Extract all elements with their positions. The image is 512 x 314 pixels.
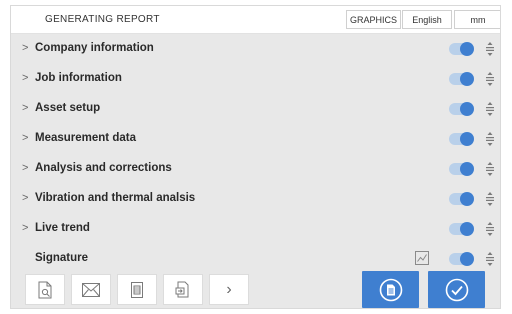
drag-handle-icon[interactable] bbox=[485, 132, 495, 146]
email-icon bbox=[82, 282, 100, 297]
toggle-knob bbox=[460, 192, 474, 206]
export-button[interactable] bbox=[163, 274, 203, 305]
section-toggle[interactable] bbox=[449, 222, 474, 236]
export-icon bbox=[175, 281, 189, 298]
more-button[interactable]: › bbox=[209, 274, 249, 305]
unit-select[interactable]: mm bbox=[454, 10, 500, 29]
section-toggle[interactable] bbox=[449, 132, 474, 146]
chevron-right-icon[interactable]: > bbox=[22, 222, 28, 234]
drag-handle-icon[interactable] bbox=[485, 252, 495, 266]
save-report-button[interactable] bbox=[362, 271, 419, 308]
document-button[interactable] bbox=[117, 274, 157, 305]
section-label: Asset setup bbox=[35, 102, 101, 114]
drag-handle-icon[interactable] bbox=[485, 222, 495, 236]
section-row-measurement-data[interactable]: > Measurement data bbox=[11, 124, 500, 154]
section-row-asset-setup[interactable]: > Asset setup bbox=[11, 94, 500, 124]
bottom-toolbar: › bbox=[11, 269, 500, 308]
chevron-right-icon: › bbox=[226, 280, 232, 298]
unit-select-value: mm bbox=[470, 14, 486, 25]
confirm-check-icon bbox=[445, 278, 468, 301]
toggle-knob bbox=[460, 252, 474, 266]
section-label: Analysis and corrections bbox=[35, 162, 172, 174]
section-row-vibration-and-thermal[interactable]: > Vibration and thermal analsis bbox=[11, 184, 500, 214]
section-label: Measurement data bbox=[35, 132, 136, 144]
section-toggle[interactable] bbox=[449, 102, 474, 116]
chart-image-icon[interactable] bbox=[415, 251, 429, 265]
chevron-right-icon[interactable]: > bbox=[22, 42, 28, 54]
drag-handle-icon[interactable] bbox=[485, 42, 495, 56]
toggle-knob bbox=[460, 222, 474, 236]
chevron-right-icon[interactable]: > bbox=[22, 102, 28, 114]
drag-handle-icon[interactable] bbox=[485, 72, 495, 86]
section-label: Job information bbox=[35, 72, 122, 84]
graphics-button-label: GRAPHICS bbox=[349, 14, 397, 25]
toggle-knob bbox=[460, 132, 474, 146]
section-label: Company information bbox=[35, 42, 154, 54]
section-label: Live trend bbox=[35, 222, 90, 234]
section-label: Vibration and thermal analsis bbox=[35, 192, 196, 204]
save-report-icon bbox=[379, 278, 402, 301]
section-toggle[interactable] bbox=[449, 72, 474, 86]
section-label: Signature bbox=[35, 252, 89, 264]
report-window: GENERATING REPORT GRAPHICS English mm > … bbox=[10, 5, 501, 309]
chevron-right-icon[interactable]: > bbox=[22, 192, 28, 204]
toggle-knob bbox=[460, 102, 474, 116]
section-row-job-information[interactable]: > Job information bbox=[11, 64, 500, 94]
language-select[interactable]: English bbox=[402, 10, 452, 29]
confirm-button[interactable] bbox=[428, 271, 485, 308]
toggle-knob bbox=[460, 72, 474, 86]
email-button[interactable] bbox=[71, 274, 111, 305]
preview-icon bbox=[38, 281, 52, 298]
language-select-value: English bbox=[412, 14, 442, 25]
section-toggle[interactable] bbox=[449, 42, 474, 56]
section-row-company-information[interactable]: > Company information bbox=[11, 34, 500, 64]
toggle-knob bbox=[460, 42, 474, 56]
drag-handle-icon[interactable] bbox=[485, 162, 495, 176]
chevron-right-icon[interactable]: > bbox=[22, 132, 28, 144]
section-list: > Company information > Job information … bbox=[11, 34, 500, 274]
chevron-right-icon[interactable]: > bbox=[22, 72, 28, 84]
header-bar: GENERATING REPORT GRAPHICS English mm bbox=[11, 6, 500, 34]
section-row-live-trend[interactable]: > Live trend bbox=[11, 214, 500, 244]
section-toggle[interactable] bbox=[449, 192, 474, 206]
drag-handle-icon[interactable] bbox=[485, 102, 495, 116]
drag-handle-icon[interactable] bbox=[485, 192, 495, 206]
section-row-analysis-and-corrections[interactable]: > Analysis and corrections bbox=[11, 154, 500, 184]
preview-button[interactable] bbox=[25, 274, 65, 305]
toggle-knob bbox=[460, 162, 474, 176]
chevron-right-icon[interactable]: > bbox=[22, 162, 28, 174]
graphics-button[interactable]: GRAPHICS bbox=[346, 10, 401, 29]
page-title: GENERATING REPORT bbox=[45, 14, 160, 25]
document-icon bbox=[131, 281, 143, 298]
section-toggle[interactable] bbox=[449, 162, 474, 176]
section-toggle[interactable] bbox=[449, 252, 474, 266]
